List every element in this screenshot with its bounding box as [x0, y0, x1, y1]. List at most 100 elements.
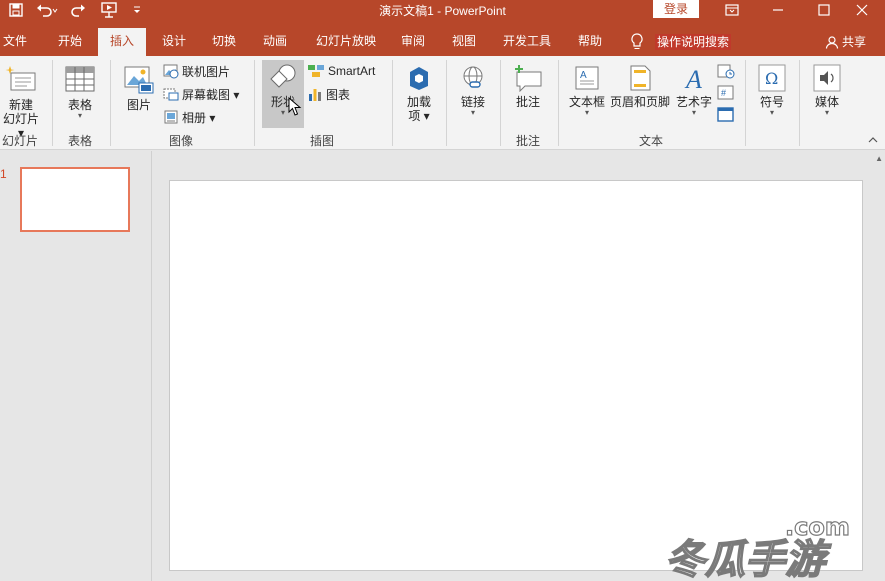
collapse-ribbon-icon[interactable] [868, 136, 878, 147]
tab-file[interactable]: 文件 [0, 28, 30, 56]
comment-button[interactable]: 批注 [508, 60, 548, 109]
group-separator [52, 60, 53, 146]
chart-icon [309, 89, 321, 101]
slides-pane: 1 [0, 151, 152, 581]
group-label-images: 图像 [168, 134, 193, 148]
textbox-button[interactable]: A 文本框 ▾ [566, 60, 608, 117]
group-label-text: 文本 [638, 134, 663, 148]
tab-developer[interactable]: 开发工具 [498, 28, 556, 56]
tab-slideshow[interactable]: 幻灯片放映 [309, 28, 383, 56]
online-pictures-label: 联机图片 [182, 64, 231, 79]
chevron-down-icon: ▾ [584, 108, 589, 117]
media-button[interactable]: 媒体 ▾ [807, 60, 847, 117]
svg-text:A: A [580, 70, 587, 81]
smartart-button[interactable]: SmartArt [307, 61, 375, 81]
tab-view[interactable]: 视图 [446, 28, 482, 56]
textbox-icon: A [575, 66, 599, 90]
wordart-button[interactable]: A 艺术字 ▾ [673, 60, 715, 117]
picture-icon [124, 66, 154, 94]
store-icon [410, 67, 428, 90]
vertical-scrollbar[interactable]: ▲ [873, 151, 885, 581]
chevron-down-icon: ▾ [824, 108, 829, 117]
wordart-label: 艺术字 [675, 95, 712, 109]
group-separator [446, 60, 447, 146]
chevron-down-icon: ▾ [691, 108, 696, 117]
chart-button[interactable]: 图表 [307, 84, 350, 104]
share-button[interactable]: 共享 [825, 28, 866, 56]
slide-thumbnail[interactable] [20, 167, 130, 232]
header-footer-label: 页眉和页脚 [609, 95, 670, 109]
comment-icon [515, 65, 542, 92]
person-icon [825, 36, 839, 49]
group-label-slides: 幻灯片 [1, 134, 38, 148]
tab-review[interactable]: 审阅 [395, 28, 431, 56]
media-label: 媒体 [814, 95, 839, 109]
tab-home[interactable]: 开始 [52, 28, 88, 56]
symbol-label: 符号 [759, 95, 784, 109]
new-slide-button[interactable]: 新建 幻灯片 ▾ [0, 60, 42, 140]
wordart-icon: A [684, 65, 702, 92]
screenshot-label: 屏幕截图 ▾ [182, 87, 240, 102]
object-icon[interactable] [717, 107, 735, 126]
online-pictures-button[interactable]: 联机图片 [163, 61, 230, 81]
watermark-logo: .com 冬瓜手游 [665, 512, 850, 581]
watermark-text: 冬瓜手游 [665, 537, 832, 581]
slide-number-icon[interactable]: # [717, 85, 735, 104]
screenshot-icon [163, 88, 179, 101]
title-bar: 演示文稿1 - PowerPoint 登录 [0, 0, 885, 28]
group-label-illustrations: 插图 [309, 134, 334, 148]
link-button[interactable]: 链接 ▾ [454, 60, 492, 117]
ribbon-display-options-icon[interactable] [709, 0, 755, 20]
textbox-label: 文本框 [568, 95, 605, 109]
online-pictures-icon [163, 64, 179, 79]
svg-text:A: A [684, 65, 702, 92]
chevron-down-icon: ▾ [769, 108, 774, 117]
header-footer-button[interactable]: 页眉和页脚 [609, 60, 671, 109]
smartart-label: SmartArt [328, 64, 376, 78]
tab-insert[interactable]: 插入 [98, 28, 146, 56]
close-icon[interactable] [839, 0, 885, 20]
group-separator [558, 60, 559, 146]
header-footer-icon [630, 65, 651, 91]
tab-animations[interactable]: 动画 [257, 28, 293, 56]
chevron-down-icon: ▾ [470, 108, 475, 117]
minimize-icon[interactable] [755, 0, 801, 20]
group-separator [500, 60, 501, 146]
scroll-up-icon[interactable]: ▲ [875, 154, 883, 163]
shapes-button[interactable]: 形状 ▾ [262, 60, 304, 128]
photo-album-button[interactable]: 相册 ▾ [163, 107, 215, 127]
addins-button[interactable]: 加载 项 ▾ [400, 60, 438, 123]
date-time-icon[interactable] [717, 63, 735, 82]
table-button[interactable]: 表格 ▾ [60, 60, 100, 120]
symbol-button[interactable]: Ω 符号 ▾ [753, 60, 791, 117]
picture-label: 图片 [126, 98, 151, 112]
table-label: 表格 [67, 98, 92, 112]
new-slide-icon [5, 66, 36, 91]
picture-button[interactable]: 图片 [120, 60, 158, 112]
tab-design[interactable]: 设计 [156, 28, 192, 56]
smartart-icon [308, 65, 324, 77]
link-icon [463, 66, 483, 88]
omega-icon: Ω [758, 64, 786, 92]
mouse-cursor-icon [288, 97, 302, 116]
comment-label: 批注 [515, 95, 540, 109]
ribbon-tabs: 文件 开始 插入 设计 切换 动画 幻灯片放映 审阅 视图 开发工具 帮助 操作… [0, 28, 885, 56]
tell-me-search[interactable]: 操作说明搜索 [655, 34, 732, 50]
photo-album-icon [164, 110, 178, 124]
tab-transitions[interactable]: 切换 [206, 28, 242, 56]
group-label-comments: 批注 [515, 134, 540, 148]
group-separator [799, 60, 800, 146]
link-label: 链接 [460, 95, 485, 109]
group-separator [745, 60, 746, 146]
addins-label-2: 项 ▾ [408, 109, 430, 123]
shapes-icon [270, 64, 296, 88]
login-button[interactable]: 登录 [653, 0, 699, 18]
photo-album-label: 相册 ▾ [182, 110, 216, 125]
slide-number: 1 [0, 167, 7, 181]
tab-help[interactable]: 帮助 [572, 28, 608, 56]
group-separator [392, 60, 393, 146]
group-separator [254, 60, 255, 146]
screenshot-button[interactable]: 屏幕截图 ▾ [163, 84, 239, 104]
speaker-icon [813, 64, 841, 92]
ribbon-insert: 新建 幻灯片 ▾ 幻灯片 表格 ▾ 表格 图片 联机图片 屏幕截图 ▾ 相册 ▾… [0, 56, 885, 150]
